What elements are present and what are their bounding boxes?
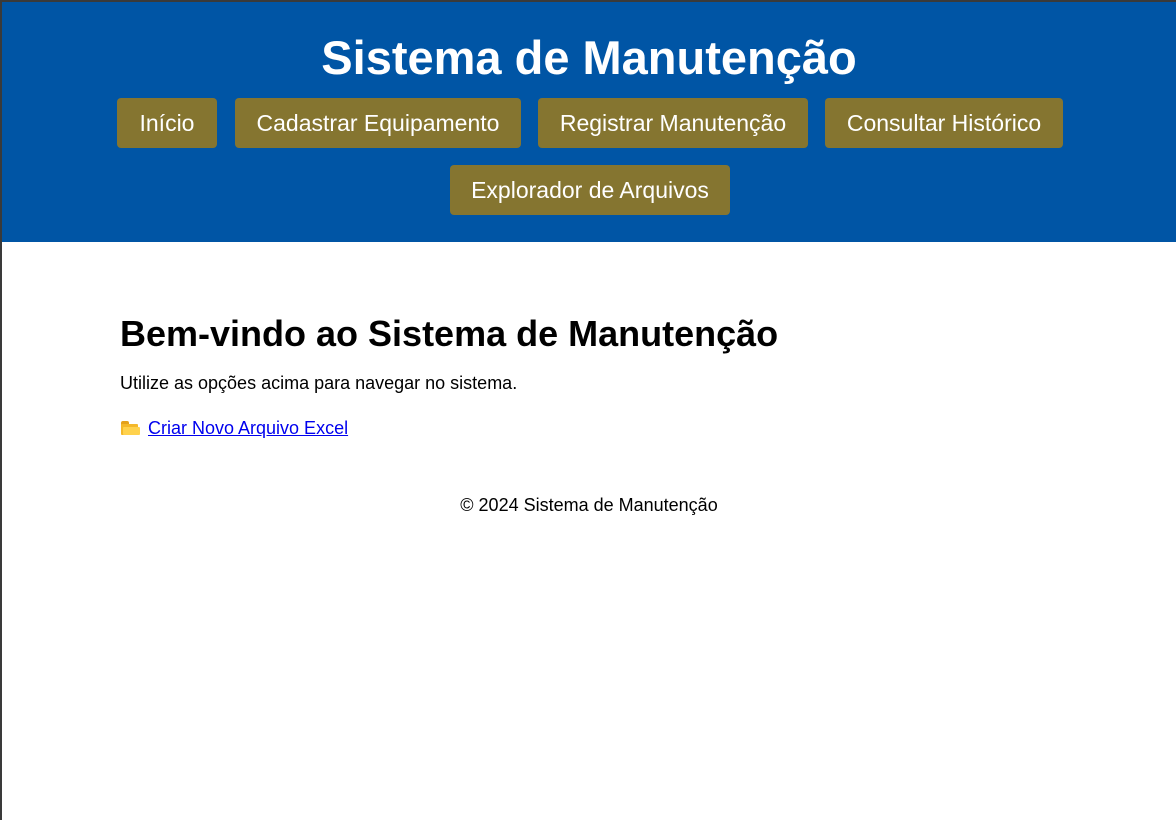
- nav-button-consultar-historico[interactable]: Consultar Histórico: [825, 98, 1063, 148]
- folder-icon: [120, 421, 140, 436]
- welcome-text: Utilize as opções acima para navegar no …: [120, 373, 518, 393]
- site-title: Sistema de Manutenção: [321, 31, 857, 84]
- nav-button-cadastrar-equipamento[interactable]: Cadastrar Equipamento: [235, 98, 521, 148]
- create-excel-link-label: Criar Novo Arquivo Excel: [148, 418, 349, 438]
- nav-button-explorador-de-arquivos[interactable]: Explorador de Arquivos: [450, 165, 730, 215]
- site-footer: © 2024 Sistema de Manutenção: [460, 495, 718, 515]
- nav-button-inicio[interactable]: Início: [117, 98, 217, 148]
- nav-button-registrar-manutencao[interactable]: Registrar Manutenção: [538, 98, 808, 148]
- site-header: Sistema de Manutenção Início Cadastrar E…: [2, 2, 1176, 242]
- welcome-heading: Bem-vindo ao Sistema de Manutenção: [120, 313, 779, 354]
- create-excel-link[interactable]: Criar Novo Arquivo Excel: [120, 417, 348, 439]
